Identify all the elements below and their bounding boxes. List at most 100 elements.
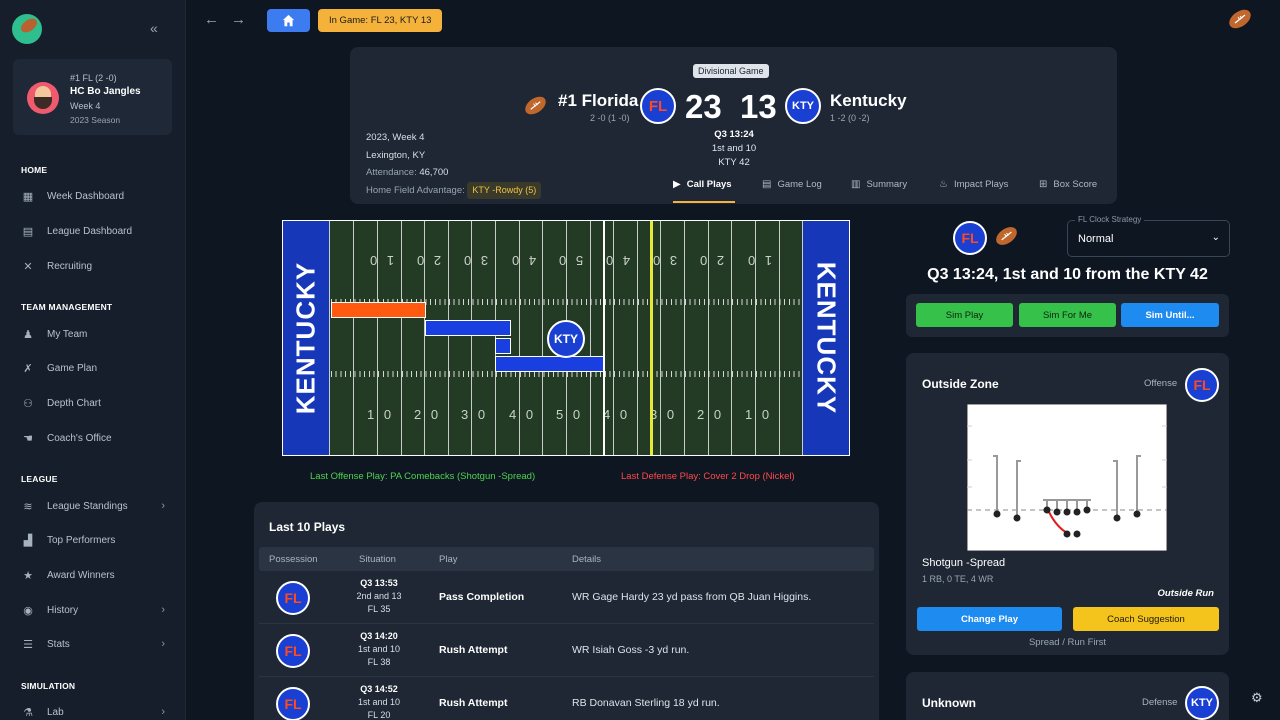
sidebar-item-my-team[interactable]: ♟ My Team bbox=[21, 324, 171, 344]
goal-line bbox=[329, 221, 330, 455]
endzone-left-label: KENTUCKY bbox=[290, 261, 321, 415]
sidebar-item-label: Top Performers bbox=[47, 534, 116, 546]
tab-summary[interactable]: ▥ Summary bbox=[851, 179, 907, 190]
sidebar-item-label: Coach's Office bbox=[47, 432, 112, 444]
yard-line bbox=[637, 221, 638, 455]
clock-strategy-value: Normal bbox=[1078, 233, 1114, 245]
coach-week: Week 4 bbox=[70, 101, 101, 111]
yard-number: 5 0 bbox=[556, 253, 584, 268]
section-league: LEAGUE bbox=[21, 474, 58, 484]
game-location: Lexington, KY bbox=[366, 149, 426, 161]
away-team-logo[interactable]: KTY bbox=[785, 88, 821, 124]
sidebar-item-league-standings[interactable]: ≋ League Standings › bbox=[21, 496, 171, 516]
endzone-right-label: KENTUCKY bbox=[811, 261, 842, 415]
sidebar-item-week-dashboard[interactable]: ▦ Week Dashboard bbox=[21, 186, 171, 206]
sidebar-item-lab[interactable]: ⚗ Lab › bbox=[21, 702, 171, 720]
sidebar-item-league-dashboard[interactable]: ▤ League Dashboard bbox=[21, 221, 171, 241]
away-score: 13 bbox=[740, 88, 777, 125]
section-simulation: SIMULATION bbox=[21, 681, 76, 691]
football-icon bbox=[996, 227, 1017, 245]
first-down-line bbox=[650, 221, 653, 455]
collapse-sidebar-icon[interactable]: « bbox=[150, 20, 158, 36]
forward-arrow-icon[interactable]: → bbox=[231, 11, 246, 28]
coach-info: #1 FL (2 -0) HC Bo Jangles Week 4 2023 S… bbox=[70, 71, 141, 127]
tools-icon: ✕ bbox=[23, 260, 33, 273]
dashboard-icon: ▦ bbox=[22, 190, 34, 203]
play-type: Rush Attempt bbox=[439, 697, 508, 709]
scoreboard: Divisional Game #1 Florida 2 -0 (1 -0) F… bbox=[350, 47, 1117, 204]
play-type: Pass Completion bbox=[439, 591, 525, 603]
away-team-name: Kentucky bbox=[830, 91, 907, 110]
endzone-right: KENTUCKY bbox=[803, 221, 849, 455]
settings-gear-icon[interactable]: ⚙ bbox=[1251, 690, 1263, 706]
col-possession: Possession bbox=[269, 554, 318, 565]
drive-bar-blue bbox=[495, 338, 511, 354]
tab-game-log[interactable]: ▤ Game Log bbox=[762, 179, 822, 190]
home-icon bbox=[282, 14, 295, 27]
sim-for-me-button[interactable]: Sim For Me bbox=[1019, 303, 1116, 327]
yard-line bbox=[590, 221, 591, 455]
sidebar-item-label: Award Winners bbox=[47, 569, 115, 581]
home-team-record: 2 -0 (1 -0) bbox=[590, 113, 630, 123]
sidebar-item-label: History bbox=[47, 604, 79, 616]
sidebar-item-label: My Team bbox=[47, 328, 88, 340]
sidebar-item-label: Week Dashboard bbox=[47, 190, 125, 202]
sidebar-item-label: Game Plan bbox=[47, 362, 98, 374]
sidebar-item-depth-chart[interactable]: ⚇ Depth Chart bbox=[21, 393, 171, 413]
yard-number: 4 0 bbox=[603, 253, 631, 268]
possession-football-icon bbox=[525, 96, 546, 115]
in-game-button[interactable]: In Game: FL 23, KTY 13 bbox=[318, 9, 443, 32]
handshake-icon: ☚ bbox=[23, 432, 33, 445]
yard-number: 2 0 bbox=[697, 253, 725, 268]
football-icon[interactable] bbox=[1226, 8, 1254, 30]
app-logo-icon[interactable] bbox=[12, 14, 42, 44]
line-of-scrimmage bbox=[603, 221, 605, 455]
history-icon: ◉ bbox=[23, 604, 33, 617]
back-arrow-icon[interactable]: ← bbox=[204, 11, 219, 28]
play-diagram[interactable] bbox=[967, 404, 1167, 551]
sidebar-item-recruiting[interactable]: ✕ Recruiting bbox=[21, 256, 171, 276]
sidebar-item-top-performers[interactable]: ▟ Top Performers bbox=[21, 530, 171, 550]
change-play-button[interactable]: Change Play bbox=[917, 607, 1062, 631]
defense-play-name: Unknown bbox=[922, 696, 976, 710]
coach-suggestion-button[interactable]: Coach Suggestion bbox=[1073, 607, 1219, 631]
hfa-row: Home Field Advantage: KTY -Rowdy (5) bbox=[366, 181, 542, 199]
sim-play-button[interactable]: Sim Play bbox=[916, 303, 1013, 327]
tab-impact-plays[interactable]: ♨ Impact Plays bbox=[939, 179, 1008, 190]
yard-line bbox=[542, 221, 543, 455]
coach-card[interactable]: #1 FL (2 -0) HC Bo Jangles Week 4 2023 S… bbox=[13, 59, 172, 135]
yard-number: 4 0 bbox=[603, 407, 631, 422]
last-offense-play: Last Offense Play: PA Comebacks (Shotgun… bbox=[310, 471, 536, 482]
chevron-right-icon: › bbox=[161, 638, 165, 650]
home-button[interactable] bbox=[267, 9, 310, 32]
last-plays-card: Last 10 Plays Possession Situation Play … bbox=[254, 502, 879, 720]
sidebar-item-stats[interactable]: ☰ Stats › bbox=[21, 634, 171, 654]
offense-play-name: Outside Zone bbox=[922, 377, 999, 391]
table-row[interactable]: FL Q3 13:53 2nd and 13 FL 35 Pass Comple… bbox=[259, 571, 874, 624]
col-play: Play bbox=[439, 554, 458, 565]
table-row[interactable]: FL Q3 14:52 1st and 10 FL 20 Rush Attemp… bbox=[259, 677, 874, 720]
sidebar-item-history[interactable]: ◉ History › bbox=[21, 600, 171, 620]
attendance-value: 46,700 bbox=[419, 167, 449, 178]
play-situation: Q3 14:20 1st and 10 FL 38 bbox=[357, 631, 401, 667]
coach-name: HC Bo Jangles bbox=[70, 86, 141, 97]
section-team-management: TEAM MANAGEMENT bbox=[21, 302, 113, 312]
game-time: Q3 13:24 bbox=[714, 129, 754, 140]
attendance-row: Attendance: 46,700 bbox=[366, 167, 449, 178]
app-root: « #1 FL (2 -0) HC Bo Jangles Week 4 2023… bbox=[0, 0, 1280, 720]
sidebar-item-game-plan[interactable]: ✗ Game Plan bbox=[21, 358, 171, 378]
chevron-right-icon: › bbox=[161, 500, 165, 512]
home-team-logo[interactable]: FL bbox=[640, 88, 676, 124]
tab-box-score[interactable]: ⊞ Box Score bbox=[1039, 179, 1097, 190]
defense-play-card: Unknown Defense KTY bbox=[906, 672, 1229, 720]
play-details: WR Gage Hardy 23 yd pass from QB Juan Hi… bbox=[572, 591, 812, 603]
sidebar-item-label: Depth Chart bbox=[47, 397, 101, 409]
clock-strategy-select[interactable]: FL Clock Strategy Normal ⌄ bbox=[1067, 215, 1230, 257]
tab-call-plays[interactable]: ▶ Call Plays bbox=[673, 179, 732, 190]
sidebar-item-label: League Standings bbox=[47, 500, 128, 512]
formation-name: Shotgun -Spread bbox=[922, 557, 1006, 569]
sidebar-item-coachs-office[interactable]: ☚ Coach's Office bbox=[21, 428, 171, 448]
sidebar-item-award-winners[interactable]: ★ Award Winners bbox=[21, 565, 171, 585]
sim-until-button[interactable]: Sim Until... bbox=[1121, 303, 1219, 327]
table-row[interactable]: FL Q3 14:20 1st and 10 FL 38 Rush Attemp… bbox=[259, 624, 874, 677]
